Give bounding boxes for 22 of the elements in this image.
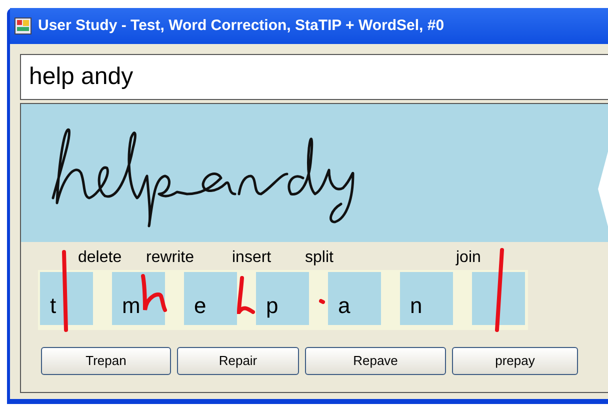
text-input-field[interactable]: help andy	[20, 54, 608, 100]
window-title: User Study - Test, Word Correction, StaTIP + WordSel, #0	[38, 16, 444, 36]
letter-tile[interactable]: p	[256, 272, 309, 325]
suggestion-button[interactable]: Repave	[305, 347, 446, 375]
gesture-label: rewrite	[146, 249, 194, 267]
gesture-label: delete	[78, 249, 122, 267]
gesture-label: join	[456, 249, 481, 267]
suggestion-button[interactable]: Trepan	[41, 347, 171, 375]
app-icon	[14, 17, 32, 35]
letter-tile[interactable]: e	[184, 272, 237, 325]
gesture-label: split	[305, 249, 334, 267]
correction-stroke	[237, 276, 255, 314]
correction-stroke	[141, 274, 167, 312]
letter-tile[interactable]: m	[112, 272, 165, 325]
letter-tile[interactable]: t	[40, 272, 93, 325]
letter-tile[interactable]	[472, 272, 525, 325]
suggestion-button[interactable]: prepay	[452, 347, 578, 375]
gesture-label: insert	[232, 249, 272, 267]
correction-stroke	[319, 299, 325, 304]
suggestion-button[interactable]: Repair	[177, 347, 299, 375]
letter-tile[interactable]: n	[400, 272, 453, 325]
letter-tile[interactable]: a	[328, 272, 381, 325]
